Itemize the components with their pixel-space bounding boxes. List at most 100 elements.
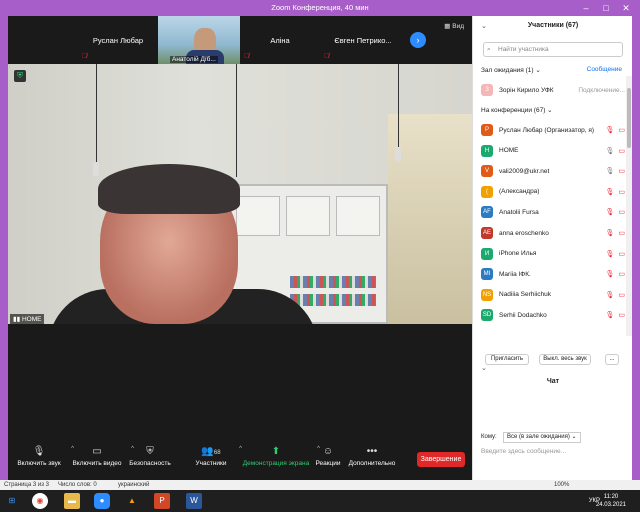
participant-row[interactable]: Vvali2009@ukr.net 🎙 ▭ [481, 164, 625, 178]
mic-icon[interactable]: 🎙 [605, 167, 614, 175]
mic-off-icon: 🎙̸ [244, 53, 250, 60]
search-participants-input[interactable]: ⌕ Найти участника [483, 42, 623, 57]
share-screen-label: Демонстрация экрана [242, 460, 310, 467]
scrollbar-thumb[interactable] [627, 88, 631, 148]
participant-row[interactable]: H HOME 🎙 ▭ [481, 144, 625, 158]
video-off-icon[interactable]: ▭ [618, 291, 625, 299]
unmute-button[interactable]: 🎙 Включить звук ^ [12, 446, 74, 467]
waiting-row[interactable]: З Зорін Кирило УФК Подключение... [481, 83, 625, 97]
powerpoint-icon[interactable]: P [154, 493, 170, 509]
active-speaker-video: ⛨ ▮▮ HOME [8, 64, 472, 324]
message-link[interactable]: Сообщение [587, 66, 622, 73]
strip-tile[interactable]: Євген Петрико... 🎙̸ [320, 16, 406, 64]
participant-name: anna eroschenko [499, 229, 549, 237]
word-count[interactable]: Число слов: 0 [58, 480, 97, 490]
video-off-icon[interactable]: ▭ [618, 270, 625, 278]
shelf-cell [236, 196, 280, 236]
end-meeting-button[interactable]: Завершение [417, 452, 465, 467]
share-screen-button[interactable]: ⬆ Демонстрация экрана ^ [240, 446, 320, 467]
participants-scrollbar[interactable] [626, 76, 632, 336]
panel-more-button[interactable]: ... [605, 354, 619, 365]
in-meeting-header[interactable]: На конференции (67) ⌄ [481, 106, 553, 114]
more-label: Дополнительно [348, 460, 396, 467]
participant-row[interactable]: AF Anatolii Fursa 🎙 ▭ [481, 205, 625, 219]
close-icon[interactable]: ✕ [616, 0, 636, 16]
participant-row[interactable]: ИiPhone Илья 🎙 ▭ [481, 247, 625, 261]
shelf-books [290, 294, 376, 306]
strip-tile[interactable]: Аліна 🎙̸ [240, 16, 320, 64]
participants-label: Участники [195, 460, 227, 467]
mic-off-icon: 🎙̸ [324, 53, 330, 60]
mic-off-icon[interactable]: 🎙 [605, 270, 614, 278]
shield-icon[interactable]: ⛨ [14, 70, 26, 82]
avatar: NS [481, 288, 493, 301]
mic-off-icon[interactable]: 🎙 [605, 250, 614, 258]
start-video-button[interactable]: ▭ Включить видео ^ [68, 446, 134, 467]
start-video-label: Включить видео [72, 460, 122, 467]
mic-off-icon[interactable]: 🎙 [605, 208, 614, 216]
mute-all-button[interactable]: Выкл. весь звук [539, 354, 591, 365]
security-label: Безопасность [129, 460, 171, 467]
mic-off-icon[interactable]: 🎙 [605, 126, 614, 134]
maximize-icon[interactable]: □ [596, 0, 616, 16]
strip-tile[interactable]: Руслан Любар 🎙̸ [78, 16, 158, 64]
video-off-icon[interactable]: ▭ [618, 126, 625, 134]
participant-row[interactable]: NS Nadiiia Serhiichuk 🎙 ▭ [481, 288, 625, 302]
windows-start-icon[interactable]: ⊞ [4, 493, 20, 509]
next-page-button[interactable]: › [410, 32, 426, 48]
participant-row[interactable]: SD Serhii Dodachko 🎙 ▭ [481, 308, 625, 322]
security-button[interactable]: ⛨ Безопасность [128, 446, 172, 467]
participant-row[interactable]: AE anna eroschenko 🎙 ▭ [481, 226, 625, 240]
video-off-icon[interactable]: ▭ [618, 147, 625, 155]
signal-icon: ▮▮ [13, 316, 22, 323]
view-label: Вид [452, 23, 464, 30]
video-off-icon: ▭ [92, 446, 102, 457]
meeting-toolbar: 🎙 Включить звук ^ ▭ Включить видео ^ ⛨ Б… [8, 444, 472, 480]
shelf-books [290, 276, 376, 288]
word-icon[interactable]: W [186, 493, 202, 509]
video-off-icon[interactable]: ▭ [618, 229, 625, 237]
word-status-bar: Страница 3 из 3 Число слов: 0 украинский… [0, 480, 640, 490]
language-indicator[interactable]: украинский [118, 480, 149, 490]
folder-icon[interactable]: ▬ [64, 493, 80, 509]
mic-off-icon[interactable]: 🎙 [605, 311, 614, 319]
clock-time: 11:20 [603, 494, 619, 500]
page-counter[interactable]: Страница 3 из 3 [4, 480, 49, 490]
strip-tile-video[interactable]: Анатолій Дїб... [158, 16, 240, 64]
mic-off-icon[interactable]: 🎙 [605, 188, 614, 196]
participant-name: Mariia ІФК. [499, 270, 531, 278]
search-icon: ⌕ [487, 46, 491, 53]
participants-button[interactable]: 👥68 Участники ^ [188, 446, 242, 467]
invite-button[interactable]: Пригласить [485, 354, 529, 365]
waiting-room-header[interactable]: Зал ожидания (1) ⌄ [481, 66, 541, 74]
minimize-icon[interactable]: – [576, 0, 596, 16]
video-off-icon[interactable]: ▭ [618, 167, 625, 175]
video-off-icon[interactable]: ▭ [618, 208, 625, 216]
participant-row[interactable]: MI Mariia ІФК. 🎙 ▭ [481, 267, 625, 281]
chat-input[interactable]: Введите здесь сообщение... [481, 448, 566, 455]
participant-row[interactable]: ((Александра) 🎙 ▭ [481, 185, 625, 199]
video-off-icon[interactable]: ▭ [618, 250, 625, 258]
participant-name: Руслан Любар (Организатор, я) [499, 126, 595, 134]
chat-title: Чат [546, 378, 560, 385]
chrome-icon[interactable]: ◉ [32, 493, 48, 509]
mic-icon[interactable]: 🎙 [605, 147, 614, 155]
mic-off-icon: 🎙 [32, 446, 46, 457]
participant-row[interactable]: Р Руслан Любар (Организатор, я) 🎙 ▭ [481, 123, 625, 137]
mic-off-icon[interactable]: 🎙 [605, 229, 614, 237]
vlc-icon[interactable]: ▲ [124, 493, 140, 509]
video-off-icon[interactable]: ▭ [618, 188, 625, 196]
avatar: И [481, 247, 493, 260]
more-button[interactable]: ••• Дополнительно [348, 446, 396, 467]
speaker-name-label: ▮▮ HOME [10, 314, 45, 324]
chat-recipient-select[interactable]: Все (в зале ожидания) ⌄ [503, 432, 581, 443]
reactions-button[interactable]: ☺ Реакции [310, 446, 346, 467]
chevron-down-icon[interactable]: ⌄ [481, 364, 487, 372]
zoom-icon[interactable]: ● [94, 493, 110, 509]
video-window [388, 114, 472, 324]
video-off-icon[interactable]: ▭ [618, 311, 625, 319]
tray-clock[interactable]: 11:20 24.03.2021 [596, 493, 626, 509]
zoom-level[interactable]: 100% [554, 480, 569, 490]
view-button[interactable]: ▦ Вид [444, 22, 464, 30]
mic-off-icon[interactable]: 🎙 [605, 291, 614, 299]
